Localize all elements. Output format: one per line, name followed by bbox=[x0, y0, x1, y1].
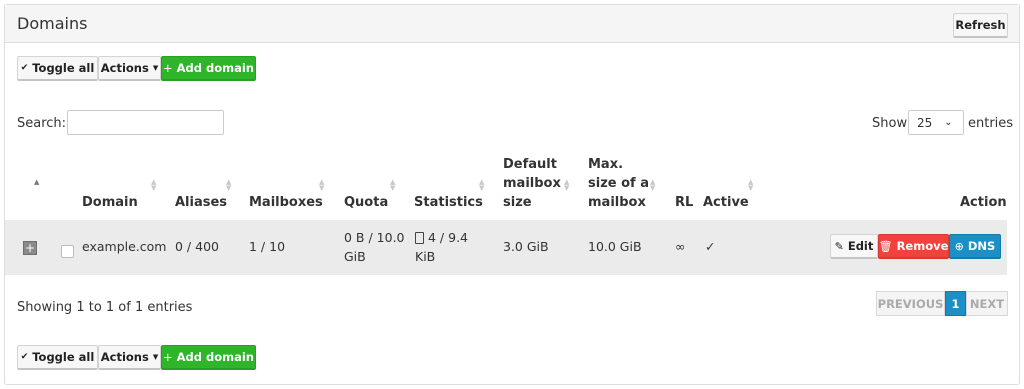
header-line: size of a bbox=[588, 176, 649, 191]
remove-label: Remove bbox=[896, 239, 949, 253]
trash-icon: 🗑 bbox=[878, 239, 893, 253]
expand-row-button[interactable]: + bbox=[23, 241, 37, 255]
sort-asc-icon[interactable]: ▲ bbox=[34, 179, 39, 186]
column-header-max-mailbox-size[interactable]: Max. size of a mailbox bbox=[588, 155, 649, 212]
active-check-icon: ✓ bbox=[705, 239, 716, 254]
actions-dropdown-button[interactable]: Actions ▼ bbox=[98, 56, 161, 81]
globe-icon: ⊕ bbox=[954, 239, 964, 253]
sort-icon[interactable]: ▲ ▼ bbox=[319, 179, 324, 192]
cell-quota: 0 B / 10.0 GiB bbox=[344, 228, 405, 266]
sort-icon[interactable]: ▲ ▼ bbox=[479, 179, 484, 192]
add-domain-button-bottom[interactable]: + Add domain bbox=[161, 345, 256, 370]
chevron-down-icon: ⌄ bbox=[944, 117, 953, 128]
plus-icon: + bbox=[162, 350, 173, 364]
header-line: mailbox bbox=[503, 176, 561, 191]
header-line: Max. bbox=[588, 157, 624, 172]
column-header-statistics[interactable]: Statistics bbox=[414, 193, 483, 212]
files-icon bbox=[415, 231, 424, 244]
entries-label: entries bbox=[968, 116, 1014, 131]
pagination-next[interactable]: NEXT bbox=[966, 291, 1008, 316]
column-header-action: Action bbox=[960, 195, 1007, 210]
column-header-default-mailbox-size[interactable]: Default mailbox size bbox=[503, 155, 561, 212]
cell-aliases: 0 / 400 bbox=[175, 239, 219, 254]
panel-title: Domains bbox=[17, 14, 88, 33]
refresh-button[interactable]: Refresh bbox=[953, 13, 1008, 38]
column-header-domain[interactable]: Domain bbox=[82, 193, 138, 212]
actions-dropdown-button-bottom[interactable]: Actions ▼ bbox=[98, 345, 161, 370]
caret-down-icon: ▼ bbox=[152, 353, 159, 361]
show-label: Show bbox=[872, 116, 908, 131]
cell-line: 0 B / 10.0 bbox=[344, 230, 405, 245]
domains-panel: Domains Refresh ✔ Toggle all Actions ▼ +… bbox=[4, 4, 1020, 385]
sort-icon[interactable]: ▲ ▼ bbox=[650, 179, 655, 192]
statistics-value: 4 / 9.4 bbox=[428, 230, 468, 245]
pagination-page-1[interactable]: 1 bbox=[945, 291, 966, 316]
table-info: Showing 1 to 1 of 1 entries bbox=[17, 300, 193, 315]
search-label: Search: bbox=[17, 116, 67, 131]
check-double-icon: ✔ bbox=[20, 352, 29, 362]
column-header-rl[interactable]: RL bbox=[675, 193, 693, 212]
sort-icon[interactable]: ▲ ▼ bbox=[226, 179, 231, 192]
row-select-checkbox[interactable] bbox=[61, 245, 74, 258]
column-header-mailboxes[interactable]: Mailboxes bbox=[249, 193, 323, 212]
header-line: Default bbox=[503, 157, 557, 172]
toggle-all-button-bottom[interactable]: ✔ Toggle all bbox=[17, 345, 98, 370]
remove-button[interactable]: 🗑 Remove bbox=[878, 234, 949, 259]
sort-icon[interactable]: ▲ ▼ bbox=[564, 179, 569, 192]
column-header-active[interactable]: Active bbox=[703, 193, 749, 212]
column-header-quota[interactable]: Quota bbox=[344, 193, 388, 212]
cell-rl: ∞ bbox=[675, 239, 686, 254]
column-header-aliases[interactable]: Aliases bbox=[175, 193, 227, 212]
caret-down-icon: ▼ bbox=[152, 64, 159, 72]
edit-button[interactable]: ✎ Edit bbox=[830, 234, 878, 259]
pagination-previous[interactable]: PREVIOUS bbox=[876, 291, 945, 316]
actions-label: Actions bbox=[100, 61, 149, 75]
toggle-all-label: Toggle all bbox=[32, 350, 95, 364]
header-line: mailbox bbox=[588, 195, 646, 210]
actions-label: Actions bbox=[100, 350, 149, 364]
cell-statistics: 4 / 9.4 KiB bbox=[415, 228, 468, 266]
sort-icon[interactable]: ▲ ▼ bbox=[748, 179, 753, 192]
edit-label: Edit bbox=[847, 239, 874, 253]
sort-icon[interactable]: ▲ ▼ bbox=[390, 179, 395, 192]
search-input[interactable] bbox=[67, 110, 224, 135]
header-line: size bbox=[503, 195, 532, 210]
entries-per-page-select[interactable]: 25 ⌄ bbox=[908, 110, 964, 135]
cell-domain: example.com bbox=[82, 239, 167, 254]
dns-button[interactable]: ⊕ DNS bbox=[949, 234, 1001, 259]
panel-heading: Domains Refresh bbox=[5, 5, 1019, 43]
toggle-all-button[interactable]: ✔ Toggle all bbox=[17, 56, 98, 81]
pencil-icon: ✎ bbox=[834, 239, 844, 253]
check-double-icon: ✔ bbox=[20, 63, 29, 73]
cell-default-mailbox-size: 3.0 GiB bbox=[503, 239, 549, 254]
add-domain-label: Add domain bbox=[176, 350, 254, 364]
dns-label: DNS bbox=[967, 239, 996, 253]
entries-per-page-value: 25 bbox=[917, 115, 933, 130]
cell-mailboxes: 1 / 10 bbox=[249, 239, 286, 254]
add-domain-label: Add domain bbox=[176, 61, 254, 75]
plus-icon: + bbox=[162, 61, 173, 75]
cell-line: 4 / 9.4 bbox=[415, 228, 468, 247]
add-domain-button[interactable]: + Add domain bbox=[161, 56, 256, 81]
cell-line: GiB bbox=[344, 249, 366, 264]
cell-line: KiB bbox=[415, 249, 436, 264]
cell-max-mailbox-size: 10.0 GiB bbox=[588, 239, 642, 254]
toggle-all-label: Toggle all bbox=[32, 61, 95, 75]
sort-icon[interactable]: ▲ ▼ bbox=[151, 179, 156, 192]
